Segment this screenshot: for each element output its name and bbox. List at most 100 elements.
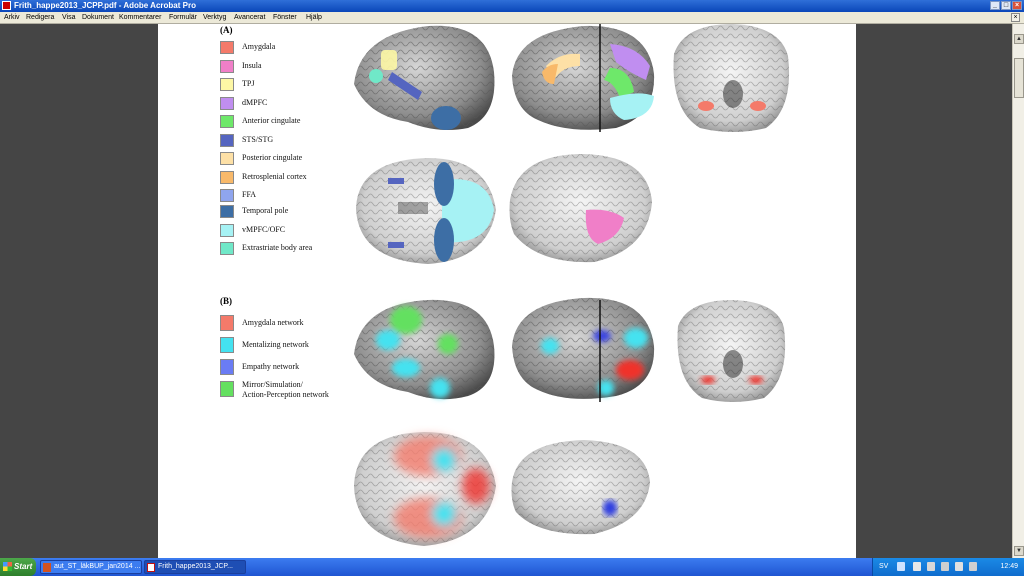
legend-swatch xyxy=(220,315,234,331)
legend-a-item: Extrastriate body area xyxy=(220,241,360,257)
brain-coronal-b xyxy=(677,300,786,402)
menu-fonster[interactable]: Fönster xyxy=(273,14,297,21)
menu-formular[interactable]: Formulär xyxy=(169,14,197,21)
legend-a-item: STS/STG xyxy=(220,133,360,149)
menu-bar: Arkiv Redigera Visa Dokument Kommentarer… xyxy=(0,12,1024,24)
maximize-button[interactable]: □ xyxy=(1001,1,1011,10)
network-icon[interactable] xyxy=(941,562,949,571)
display-icon[interactable] xyxy=(969,562,977,571)
acrobat-app-icon xyxy=(2,1,11,10)
legend-swatch xyxy=(220,115,234,128)
legend-swatch xyxy=(220,381,234,397)
legend-swatch xyxy=(220,41,234,54)
system-tray: SV 12:49 xyxy=(872,558,1024,576)
legend-a-item: dMPFC xyxy=(220,96,360,112)
legend-label: Retrosplenial cortex xyxy=(242,172,307,181)
legend-label: FFA xyxy=(242,190,257,199)
brain-ventral-a xyxy=(356,158,496,264)
brain-ventral-b xyxy=(354,432,496,546)
section-b-label: (B) xyxy=(220,296,232,306)
legend-swatch xyxy=(220,78,234,91)
battery-icon[interactable] xyxy=(927,562,935,571)
legend-label: STS/STG xyxy=(242,135,274,144)
legend-label: dMPFC xyxy=(242,98,268,107)
brain-figure xyxy=(354,24,790,546)
brain-insula-a xyxy=(509,154,652,263)
legend-b-item: Mentalizing network xyxy=(220,336,360,353)
legend-swatch xyxy=(220,60,234,73)
scroll-up-button[interactable]: ▲ xyxy=(1014,34,1024,44)
menu-verktyg[interactable]: Verktyg xyxy=(203,14,226,21)
legend-a-item: Posterior cingulate xyxy=(220,151,360,167)
legend-a-item: TPJ xyxy=(220,77,360,93)
legend-label: Mentalizing network xyxy=(242,340,309,349)
minimize-button[interactable]: _ xyxy=(990,1,1000,10)
menu-visa[interactable]: Visa xyxy=(62,14,76,21)
legend-label: Empathy network xyxy=(242,362,300,371)
menu-dokument[interactable]: Dokument xyxy=(82,14,114,21)
pdf-page[interactable]: (A) Amygdala Insula TPJ dMPFC Anterior c… xyxy=(158,24,856,558)
legend-label: Extrastriate body area xyxy=(242,243,313,252)
legend-a-item: Amygdala xyxy=(220,40,360,56)
vertical-scrollbar[interactable]: ▲ ▼ xyxy=(1012,24,1024,558)
legend-b-item: Mirror/Simulation/Action-Perception netw… xyxy=(220,380,360,402)
legend-label: Posterior cingulate xyxy=(242,153,303,162)
scroll-thumb[interactable] xyxy=(1014,58,1024,98)
menu-avancerat[interactable]: Avancerat xyxy=(234,14,265,21)
legend-swatch xyxy=(220,97,234,110)
window-title: Frith_happe2013_JCPP.pdf - Adobe Acrobat… xyxy=(14,1,196,10)
clock[interactable]: 12:49 xyxy=(1000,563,1018,570)
taskbar: Start aut_ST_läkBUP_jan2014 ... Frith_ha… xyxy=(0,558,1024,576)
brain-lateral-a xyxy=(354,25,495,130)
legend-label: Mirror/Simulation/ xyxy=(242,380,303,389)
legend-b-item: Empathy network xyxy=(220,358,360,375)
legend-swatch xyxy=(220,337,234,353)
menu-hjalp[interactable]: Hjälp xyxy=(306,14,322,21)
legend-label: TPJ xyxy=(242,79,255,88)
legend-swatch xyxy=(220,242,234,255)
legend-swatch xyxy=(220,205,234,218)
start-label: Start xyxy=(14,562,33,571)
brain-insula-b xyxy=(511,440,650,535)
legend-swatch xyxy=(220,224,234,237)
tray-expand-icon[interactable] xyxy=(897,562,905,571)
legend-label: vMPFC/OFC xyxy=(242,225,286,234)
brain-medial-a xyxy=(512,24,655,132)
windows-logo-icon xyxy=(3,562,12,571)
legend-swatch xyxy=(220,359,234,375)
legend-a-item: Anterior cingulate xyxy=(220,114,360,130)
volume-icon[interactable] xyxy=(955,562,963,571)
title-bar: Frith_happe2013_JCPP.pdf - Adobe Acrobat… xyxy=(0,0,1024,12)
legend-swatch xyxy=(220,171,234,184)
legend-swatch xyxy=(220,134,234,147)
legend-b-item: Amygdala network xyxy=(220,314,360,331)
pdf-icon xyxy=(147,563,155,572)
document-background-left xyxy=(0,24,158,558)
flag-icon[interactable] xyxy=(913,562,921,571)
taskbar-item-powerpoint[interactable]: aut_ST_läkBUP_jan2014 ... xyxy=(40,560,142,574)
taskbar-item-label: aut_ST_läkBUP_jan2014 ... xyxy=(54,563,141,570)
legend-a-item: vMPFC/OFC xyxy=(220,223,360,239)
brain-coronal-a xyxy=(673,24,790,132)
language-indicator[interactable]: SV xyxy=(879,563,888,570)
legend-label-line2: Action-Perception network xyxy=(242,390,329,399)
brain-lateral-b xyxy=(354,299,495,400)
legend-label: Anterior cingulate xyxy=(242,116,301,125)
document-background-right xyxy=(856,24,1012,558)
legend-swatch xyxy=(220,152,234,165)
legend-label: Amygdala xyxy=(242,42,276,51)
menu-kommentarer[interactable]: Kommentarer xyxy=(119,14,161,21)
scroll-down-button[interactable]: ▼ xyxy=(1014,546,1024,556)
legend-label: Amygdala network xyxy=(242,318,304,327)
close-button[interactable]: × xyxy=(1012,1,1022,10)
document-close-button[interactable]: × xyxy=(1011,13,1020,22)
section-a-label: (A) xyxy=(220,25,233,35)
legend-swatch xyxy=(220,189,234,202)
legend-label: Temporal pole xyxy=(242,206,289,215)
start-button[interactable]: Start xyxy=(0,558,36,576)
taskbar-item-acrobat[interactable]: Frith_happe2013_JCP... xyxy=(144,560,246,574)
menu-redigera[interactable]: Redigera xyxy=(26,14,54,21)
legend-a-item: Insula xyxy=(220,59,360,75)
legend-a-item: Temporal pole xyxy=(220,204,360,220)
menu-arkiv[interactable]: Arkiv xyxy=(4,14,20,21)
